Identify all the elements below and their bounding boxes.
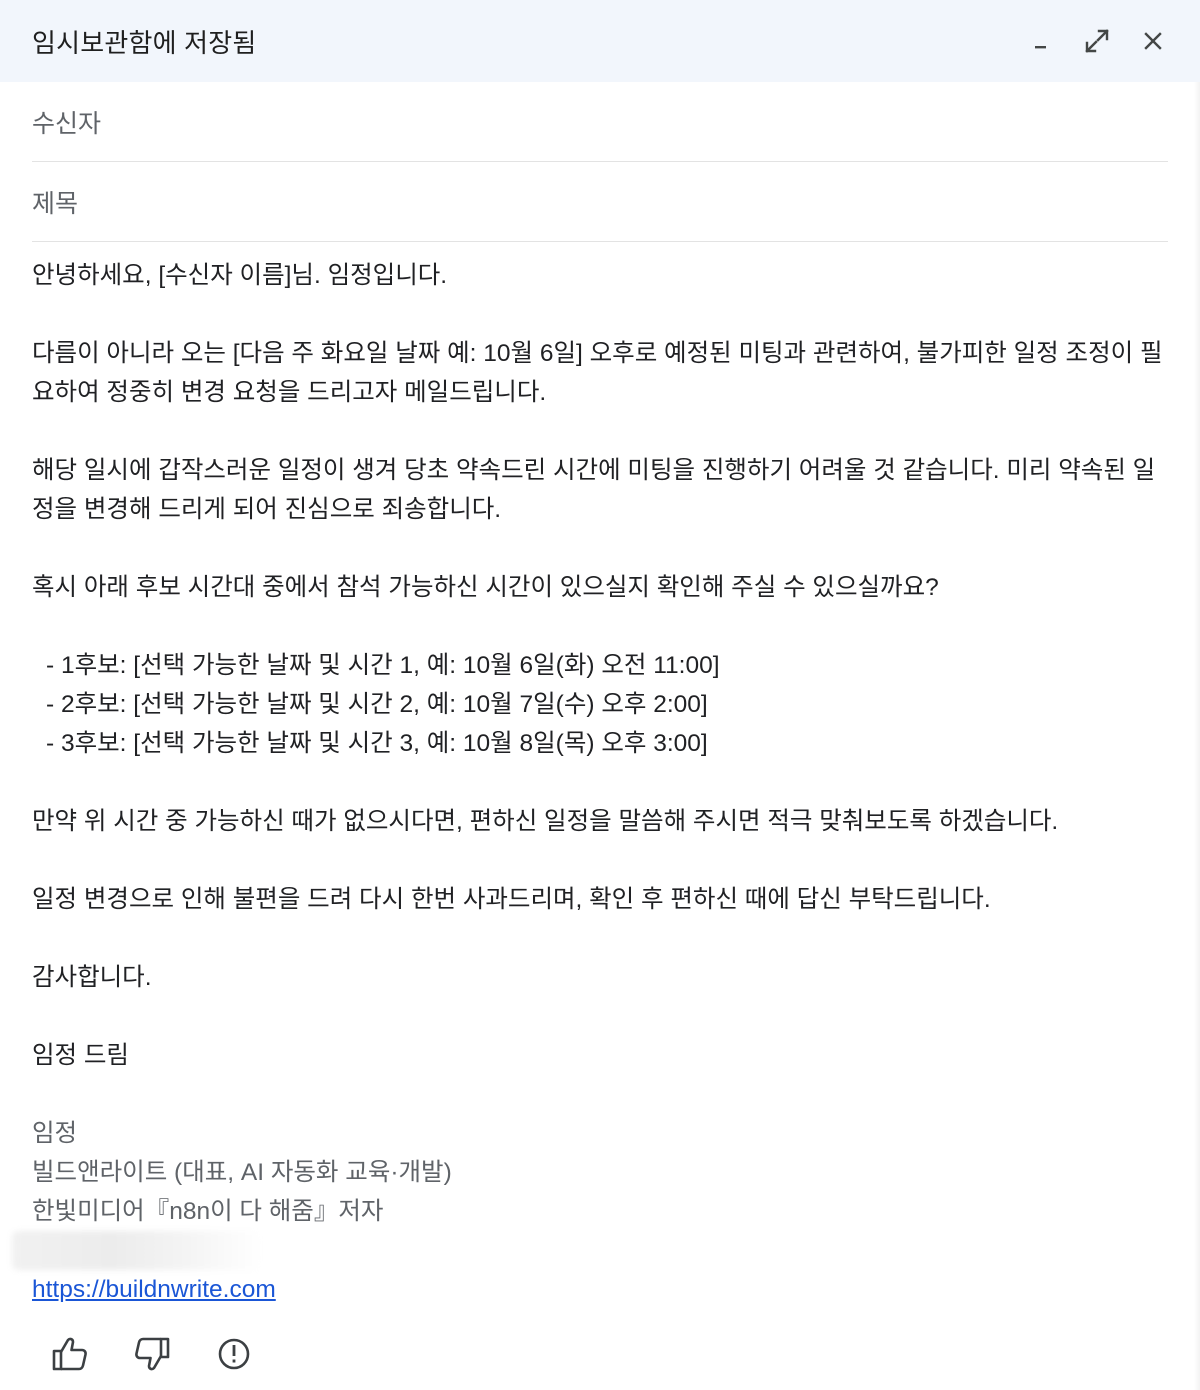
signature-name: 임정: [32, 1120, 78, 1147]
greeting-text: 안녕하세요, [수신자 이름]님. 임정입니다.: [32, 262, 448, 289]
close-icon: [1144, 32, 1162, 50]
signature-company: 빌드앤라이트 (대표, AI 자동화 교육·개발): [32, 1159, 452, 1186]
expand-button[interactable]: [1080, 24, 1114, 58]
compose-window: 임시보관함에 저장됨 수신자 제목 안녕하세요, [수신자 이름]님. 임정입니…: [0, 0, 1200, 1390]
recipients-label: 수신자: [32, 109, 102, 138]
option-item: - 3후보: [선택 가능한 날짜 및 시간 3, 예: 10월 8일(목) 오…: [46, 730, 708, 757]
paragraph-4: 만약 위 시간 중 가능하신 때가 없으시다면, 편하신 일정을 말씀해 주시면…: [32, 808, 1059, 835]
feedback-bar: [50, 1334, 254, 1374]
option-item: - 1후보: [선택 가능한 날짜 및 시간 1, 예: 10월 6일(화) 오…: [46, 652, 720, 679]
recipients-field[interactable]: 수신자: [32, 82, 1168, 162]
scrollbar[interactable]: [1194, 82, 1200, 1390]
report-icon: [218, 1338, 250, 1370]
expand-icon: [1085, 29, 1109, 53]
paragraph-1: 다름이 아니라 오는 [다음 주 화요일 날짜 예: 10월 6일] 오후로 예…: [32, 340, 1163, 406]
thanks-text: 감사합니다.: [32, 964, 152, 991]
report-button[interactable]: [214, 1334, 254, 1374]
draft-status-title: 임시보관함에 저장됨: [32, 27, 257, 58]
signature-book: 한빛미디어『n8n이 다 해줌』저자: [32, 1198, 384, 1225]
signature-block: 임정 빌드앤라이트 (대표, AI 자동화 교육·개발) 한빛미디어『n8n이 …: [12, 1114, 1168, 1309]
paragraph-5: 일정 변경으로 인해 불편을 드려 다시 한번 사과드리며, 확인 후 편하신 …: [32, 886, 991, 913]
closing-text: 임정 드림: [32, 1042, 129, 1069]
thumbs-down-icon: [135, 1337, 170, 1371]
option-item: - 2후보: [선택 가능한 날짜 및 시간 2, 예: 10월 7일(수) 오…: [46, 691, 708, 718]
paragraph-2: 해당 일시에 갑작스러운 일정이 생겨 당초 약속드린 시간에 미팅을 진행하기…: [32, 457, 1156, 523]
signature-link[interactable]: https://buildnwrite.com: [32, 1276, 276, 1303]
redacted-contact: [12, 1231, 262, 1270]
thumbs-down-button[interactable]: [132, 1334, 172, 1374]
compose-titlebar[interactable]: 임시보관함에 저장됨: [0, 0, 1200, 82]
minimize-button[interactable]: [1024, 24, 1058, 58]
subject-label: 제목: [32, 189, 79, 218]
close-button[interactable]: [1136, 24, 1170, 58]
window-controls: [1024, 24, 1170, 58]
thumbs-up-button[interactable]: [50, 1334, 90, 1374]
subject-field[interactable]: 제목: [32, 162, 1168, 242]
message-body[interactable]: 안녕하세요, [수신자 이름]님. 임정입니다. 다름이 아니라 오는 [다음 …: [0, 242, 1200, 1309]
thumbs-up-icon: [52, 1337, 87, 1371]
paragraph-3: 혹시 아래 후보 시간대 중에서 참석 가능하신 시간이 있으실지 확인해 주실…: [32, 574, 939, 601]
minimize-icon: [1035, 46, 1046, 49]
